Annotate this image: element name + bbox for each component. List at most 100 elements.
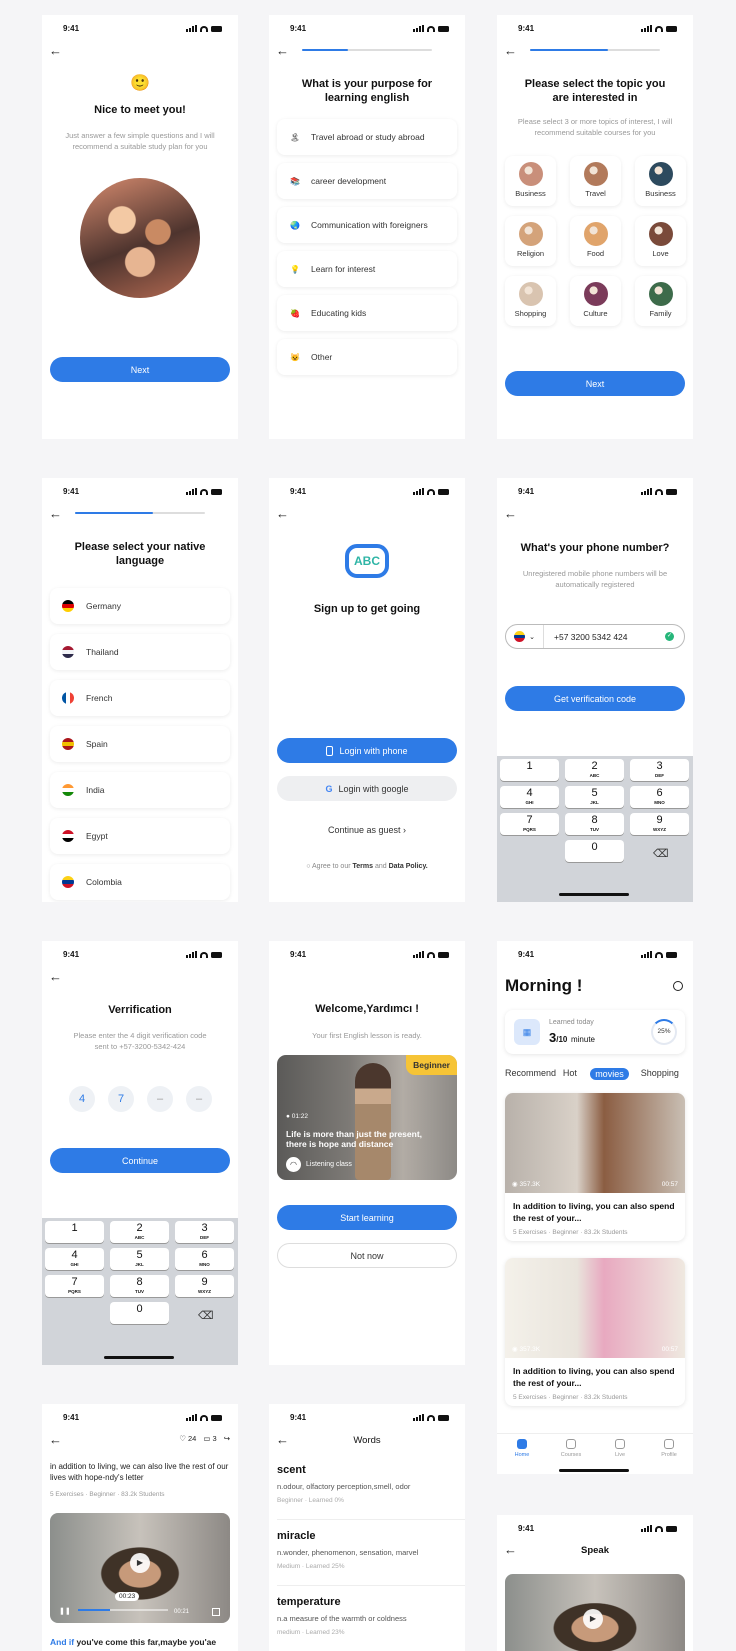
language-option[interactable]: French [50,680,230,716]
language-option[interactable]: Colombia [50,864,230,900]
topic-tile[interactable]: Food [570,216,621,266]
word-entry[interactable]: temperature n.a measure of the warmth or … [277,1586,465,1651]
language-option[interactable]: Spain [50,726,230,762]
topic-tile[interactable]: Travel [570,156,621,206]
tab-shopping[interactable]: Shopping [641,1068,679,1078]
key-3[interactable]: 3 DEF [630,759,689,781]
code-digit[interactable]: 7 [108,1086,134,1112]
topic-tile[interactable]: Business [505,156,556,206]
tab-recommend[interactable]: Recommend [505,1068,556,1078]
policy-link[interactable]: Data Policy. [389,863,428,870]
delete-key-icon[interactable]: ⌫ [198,1309,214,1322]
share-icon[interactable]: ↪ [224,1434,230,1443]
pause-icon[interactable]: ❚❚ [59,1607,71,1615]
nav-profile[interactable]: Profile [649,1439,689,1458]
key-6[interactable]: 6 MNO [175,1248,234,1270]
continue-button[interactable]: Continue [50,1148,230,1173]
language-option[interactable]: Egypt [50,818,230,854]
key-4[interactable]: 4 GHI [500,786,559,808]
login-phone-button[interactable]: Login with phone [277,738,457,763]
back-arrow-icon[interactable]: ← [276,44,289,57]
like-button[interactable]: ♡ 24 [179,1434,196,1443]
nav-courses[interactable]: Courses [551,1439,591,1458]
back-arrow-icon[interactable]: ← [504,44,517,57]
nav-live[interactable]: Live [600,1439,640,1458]
nav-home[interactable]: Home [502,1439,542,1458]
topic-tile[interactable]: Shopping [505,276,556,326]
key-7[interactable]: 7 PQRS [45,1275,104,1297]
purpose-option[interactable]: 📚 career development [277,163,457,199]
search-icon[interactable] [673,981,683,991]
get-code-button[interactable]: Get verification code [505,686,685,711]
key-1[interactable]: 1 [500,759,559,781]
key-0[interactable]: 0 [110,1302,169,1324]
topic-label: Family [649,309,672,318]
next-button[interactable]: Next [505,371,685,396]
key-8[interactable]: 8 TUV [565,813,624,835]
code-digit[interactable]: 4 [69,1086,95,1112]
key-2[interactable]: 2 ABC [565,759,624,781]
key-5[interactable]: 5 JKL [110,1248,169,1270]
language-option[interactable]: Germany [50,588,230,624]
login-google-button[interactable]: G Login with google [277,776,457,801]
back-arrow-icon[interactable]: ← [49,507,62,520]
topic-tile[interactable]: Family [635,276,686,326]
back-arrow-icon[interactable]: ← [49,1433,62,1446]
purpose-option[interactable]: 🍓 Educating kids [277,295,457,331]
language-option[interactable]: Thailand [50,634,230,670]
back-arrow-icon[interactable]: ← [276,507,289,520]
code-digit[interactable]: – [186,1086,212,1112]
continue-guest-link[interactable]: Continue as guest › [269,825,465,835]
topic-tile[interactable]: Religion [505,216,556,266]
back-arrow-icon[interactable]: ← [504,507,517,520]
key-8[interactable]: 8 TUV [110,1275,169,1297]
key-1[interactable]: 1 [45,1221,104,1243]
start-learning-button[interactable]: Start learning [277,1205,457,1230]
seek-bar[interactable] [78,1609,168,1611]
key-7[interactable]: 7 PQRS [500,813,559,835]
key-3[interactable]: 3 DEF [175,1221,234,1243]
word-entry[interactable]: miracle n.wonder, phenomenon, sensation, … [277,1520,465,1586]
fullscreen-icon[interactable] [212,1608,220,1616]
speak-video[interactable]: ▶ [505,1574,685,1651]
lesson-card[interactable]: Beginner ● 01:22 Life is more than just … [277,1055,457,1180]
play-icon[interactable]: ▶ [130,1553,150,1573]
topic-tile[interactable]: Business [635,156,686,206]
topic-image [583,282,608,306]
checkbox-icon[interactable]: ○ [306,863,310,870]
tab-hot[interactable]: Hot [563,1068,577,1078]
play-icon[interactable]: ▶ [583,1609,603,1629]
tab-movies[interactable]: movies [590,1068,629,1080]
next-button[interactable]: Next [50,357,230,382]
key-2[interactable]: 2 ABC [110,1221,169,1243]
purpose-option[interactable]: 🏝 Travel abroad or study abroad [277,119,457,155]
topic-tile[interactable]: Culture [570,276,621,326]
word-entry[interactable]: scent n.odour, olfactory perception,smell… [277,1454,465,1520]
key-5[interactable]: 5 JKL [565,786,624,808]
terms-link[interactable]: Terms [353,863,374,870]
comment-button[interactable]: ▭ 3 [203,1434,216,1443]
key-0[interactable]: 0 [565,840,624,862]
topic-tile[interactable]: Love [635,216,686,266]
video-card[interactable]: ◉ 357.3K 00:57 In addition to living, you … [505,1093,685,1241]
language-screen: 9:41 ← Please select your native languag… [42,478,238,902]
purpose-option[interactable]: 💡 Learn for interest [277,251,457,287]
code-digit[interactable]: – [147,1086,173,1112]
key-6[interactable]: 6 MNO [630,786,689,808]
not-now-button[interactable]: Not now [277,1243,457,1268]
back-arrow-icon[interactable]: ← [49,44,62,57]
video-card[interactable]: ◉ 357.3K 00:57 In addition to living, you … [505,1258,685,1406]
purpose-option[interactable]: 😺 Other [277,339,457,375]
language-option[interactable]: India [50,772,230,808]
progress-bar [75,512,205,514]
topic-label: Business [645,189,676,198]
key-9[interactable]: 9 WXYZ [630,813,689,835]
key-4[interactable]: 4 GHI [45,1248,104,1270]
key-9[interactable]: 9 WXYZ [175,1275,234,1297]
video-player[interactable]: ▶ 00:23 ❚❚ 00:21 [50,1513,230,1623]
country-selector[interactable]: ⌄ [506,625,544,648]
purpose-option[interactable]: 🌏 Communication with foreigners [277,207,457,243]
back-arrow-icon[interactable]: ← [49,970,62,983]
delete-key-icon[interactable]: ⌫ [653,847,669,860]
phone-input[interactable]: ⌄ +57 3200 5342 424 ✓ [505,624,685,649]
